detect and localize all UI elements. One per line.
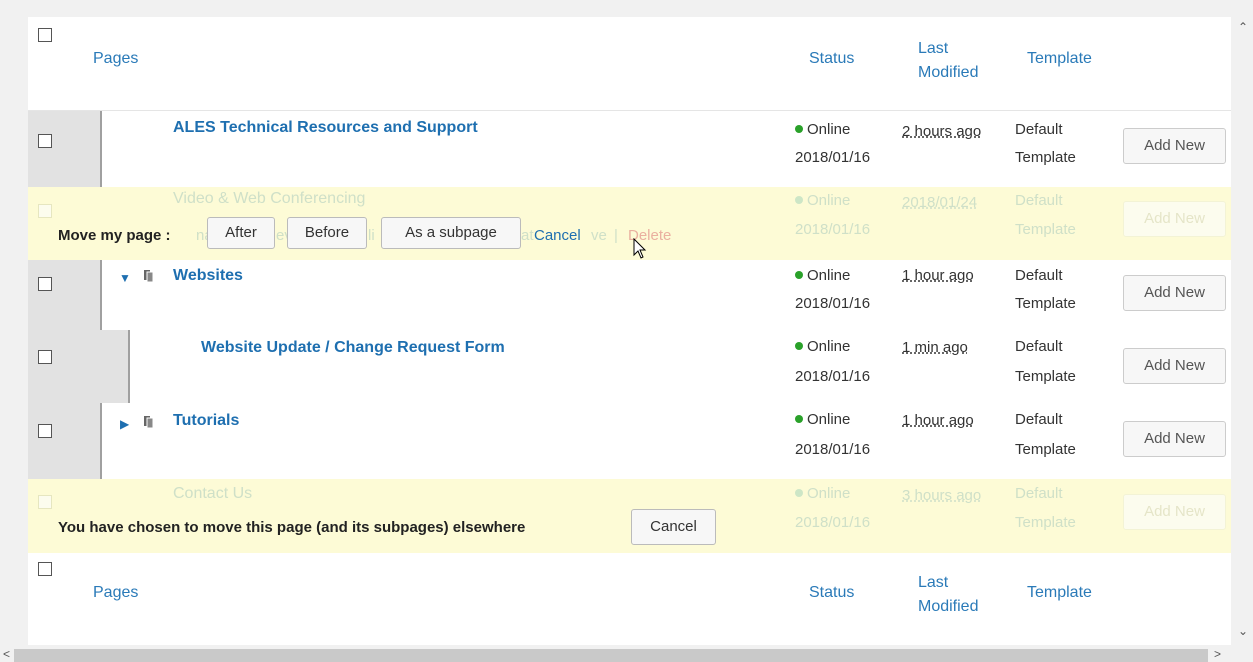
row-checkbox[interactable] — [38, 350, 52, 364]
template-name: Default — [1015, 485, 1063, 502]
header-status[interactable]: Status — [809, 48, 854, 70]
last-modified: 1 hour ago — [902, 412, 974, 429]
scroll-down-icon[interactable]: ⌄ — [1238, 624, 1248, 638]
template-name: Default — [1015, 411, 1063, 428]
header-last-modified[interactable]: Last Modified — [918, 37, 998, 85]
row-checkbox[interactable] — [38, 277, 52, 291]
status-online: Online — [795, 261, 850, 290]
ghost-row-action: ve — [591, 227, 607, 244]
vertical-scrollbar[interactable] — [1231, 17, 1253, 645]
last-modified: 2018/01/24 — [902, 194, 978, 211]
ghost-row-action: li — [368, 227, 375, 244]
row-gutter — [28, 330, 128, 403]
page-title-link[interactable]: Websites — [173, 266, 243, 286]
move-before-button[interactable]: Before — [287, 217, 367, 249]
move-after-button[interactable]: After — [207, 217, 275, 249]
template-name: Template — [1015, 514, 1076, 531]
last-modified: 2 hours ago — [902, 123, 982, 140]
page-title-link[interactable]: ALES Technical Resources and Support — [173, 118, 478, 138]
row-checkbox[interactable] — [38, 424, 52, 438]
add-new-button[interactable]: Add New — [1123, 275, 1226, 311]
move-my-page-label: Move my page : — [58, 227, 171, 244]
row-gutter — [28, 403, 100, 479]
online-dot-icon — [795, 125, 803, 133]
status-online: Online — [795, 332, 850, 361]
publish-date: 2018/01/16 — [795, 221, 871, 238]
tree-line — [100, 111, 102, 187]
row-checkbox[interactable] — [38, 134, 52, 148]
status-online: Online — [795, 115, 850, 144]
header-pages[interactable]: Pages — [93, 48, 138, 70]
page-title-link[interactable]: Video & Web Conferencing — [173, 189, 365, 209]
template-name: Default — [1015, 121, 1063, 138]
publish-date: 2018/01/16 — [795, 514, 871, 531]
publish-date: 2018/01/16 — [795, 295, 871, 312]
status-online: Online — [795, 479, 850, 508]
expand-toggle-icon[interactable]: ▶ — [120, 414, 129, 434]
add-new-button[interactable]: Add New — [1123, 201, 1226, 237]
online-dot-icon — [795, 342, 803, 350]
row-checkbox[interactable] — [38, 204, 52, 218]
add-new-button[interactable]: Add New — [1123, 348, 1226, 384]
action-separator: | — [614, 227, 618, 244]
select-all-checkbox-footer[interactable] — [38, 562, 52, 576]
online-dot-icon — [795, 271, 803, 279]
chosen-cancel-button[interactable]: Cancel — [631, 509, 716, 545]
page-title-link[interactable]: Contact Us — [173, 484, 252, 504]
footer-status[interactable]: Status — [809, 582, 854, 604]
header-template[interactable]: Template — [1027, 48, 1092, 70]
publish-date: 2018/01/16 — [795, 149, 871, 166]
online-dot-icon — [795, 196, 803, 204]
mouse-cursor-icon — [633, 238, 647, 259]
chosen-move-message: You have chosen to move this page (and i… — [58, 519, 526, 536]
tree-line — [100, 403, 102, 479]
horizontal-scroll-thumb[interactable] — [14, 649, 1208, 662]
page-title-link[interactable]: Tutorials — [173, 411, 239, 431]
page-icon — [144, 270, 154, 283]
add-new-button[interactable]: Add New — [1123, 128, 1226, 164]
tree-line — [100, 260, 102, 330]
footer-pages[interactable]: Pages — [93, 582, 138, 604]
tree-line — [128, 330, 130, 403]
scroll-up-icon[interactable]: ⌃ — [1238, 20, 1248, 34]
row-checkbox[interactable] — [38, 495, 52, 509]
row-gutter — [28, 260, 100, 330]
last-modified: 3 hours ago — [902, 487, 982, 504]
add-new-button[interactable]: Add New — [1123, 494, 1226, 530]
online-dot-icon — [795, 415, 803, 423]
template-name: Template — [1015, 368, 1076, 385]
add-new-button[interactable]: Add New — [1123, 421, 1226, 457]
template-name: Default — [1015, 192, 1063, 209]
template-name: Template — [1015, 221, 1076, 238]
select-all-checkbox[interactable] — [38, 28, 52, 42]
footer-template[interactable]: Template — [1027, 582, 1092, 604]
expand-toggle-icon[interactable]: ▼ — [119, 268, 131, 288]
publish-date: 2018/01/16 — [795, 441, 871, 458]
scroll-left-icon[interactable]: < — [3, 647, 10, 661]
last-modified: 1 hour ago — [902, 267, 974, 284]
footer-last-modified[interactable]: Last Modified — [918, 571, 998, 619]
status-online: Online — [795, 186, 850, 215]
template-name: Default — [1015, 338, 1063, 355]
status-online: Online — [795, 405, 850, 434]
template-name: Template — [1015, 149, 1076, 166]
page-icon — [144, 416, 154, 429]
template-name: Template — [1015, 295, 1076, 312]
publish-date: 2018/01/16 — [795, 368, 871, 385]
page-title-link[interactable]: Website Update / Change Request Form — [201, 338, 505, 358]
header-divider — [28, 110, 1231, 111]
move-cancel-link[interactable]: Cancel — [534, 227, 581, 244]
move-as-subpage-button[interactable]: As a subpage — [381, 217, 521, 249]
online-dot-icon — [795, 489, 803, 497]
template-name: Template — [1015, 441, 1076, 458]
last-modified: 1 min ago — [902, 339, 968, 356]
scroll-right-icon[interactable]: > — [1214, 647, 1221, 661]
template-name: Default — [1015, 267, 1063, 284]
row-gutter — [28, 111, 100, 187]
ghost-row-action: at — [521, 227, 534, 244]
